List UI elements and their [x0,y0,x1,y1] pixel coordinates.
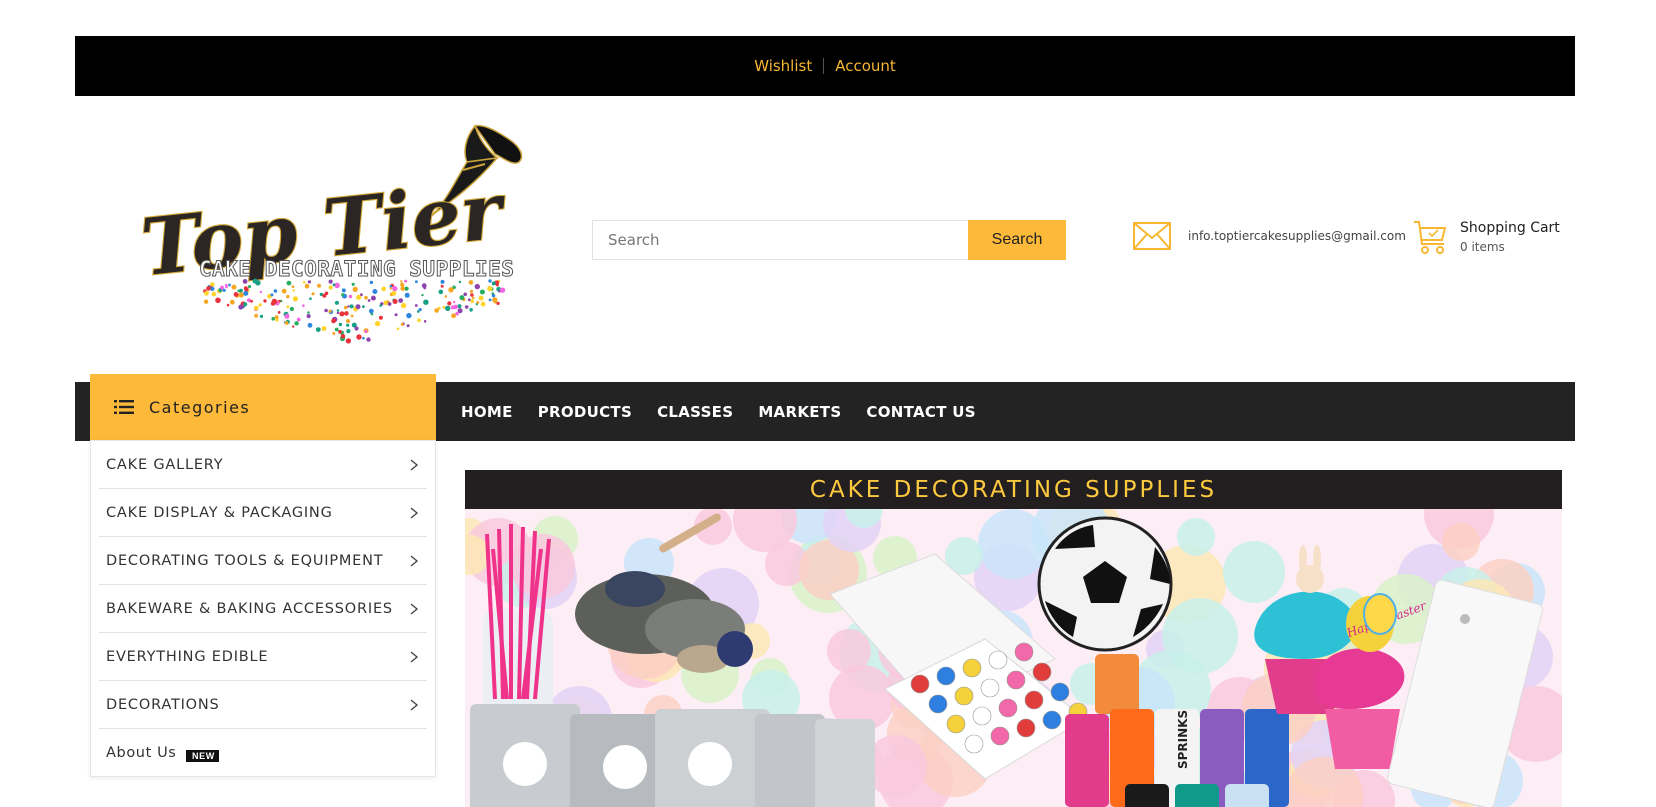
categories-label: Categories [149,397,251,417]
category-item-decorating-tools[interactable]: DECORATING TOOLS & EQUIPMENT [99,537,427,585]
chevron-right-icon [410,458,419,471]
category-list: CAKE GALLERY CAKE DISPLAY & PACKAGING DE… [90,440,436,777]
chevron-right-icon [410,506,419,519]
category-label: DECORATING TOOLS & EQUIPMENT [106,552,384,569]
cart-count: 0 items [1460,240,1505,254]
top-bar-divider [823,58,825,74]
cart-title: Shopping Cart [1460,220,1560,236]
hero-banner[interactable]: CAKE DECORATING SUPPLIES SPRINKS Happy E… [465,470,1562,807]
banner-title-bar: CAKE DECORATING SUPPLIES [465,470,1562,509]
sprinkle-bags [470,704,875,807]
categories-toggle[interactable]: Categories [90,374,436,440]
search-button[interactable]: Search [968,220,1066,260]
main-menu: HOME PRODUCTS CLASSES MARKETS CONTACT US [461,382,1001,441]
page: Wishlist Account Top Tier CAKE DECORATIN… [0,0,1656,807]
jar-label: SPRINKS [1176,710,1190,769]
shopping-cart[interactable]: Shopping Cart 0 items [1412,218,1560,256]
envelope-icon [1133,222,1171,250]
banner-image: SPRINKS Happy Easter [465,509,1562,807]
list-icon [114,400,134,414]
category-label: CAKE GALLERY [106,456,224,473]
nav-products[interactable]: PRODUCTS [538,403,632,421]
category-item-cake-gallery[interactable]: CAKE GALLERY [99,441,427,489]
nav-classes[interactable]: CLASSES [657,403,733,421]
contact-email[interactable]: info.toptiercakesupplies@gmail.com [1133,222,1406,250]
wishlist-link[interactable]: Wishlist [754,57,812,75]
account-link[interactable]: Account [835,57,896,75]
category-item-decorations[interactable]: DECORATIONS [99,681,427,729]
nav-markets[interactable]: MARKETS [758,403,841,421]
category-item-about-us[interactable]: About Us NEW [99,729,427,777]
top-bar: Wishlist Account [75,36,1575,96]
category-label: BAKEWARE & BAKING ACCESSORIES [106,600,393,617]
category-item-everything-edible[interactable]: EVERYTHING EDIBLE [99,633,427,681]
nav-contact-us[interactable]: CONTACT US [866,403,975,421]
cart-icon [1414,221,1447,254]
banner-title: CAKE DECORATING SUPPLIES [809,476,1218,503]
category-item-cake-display[interactable]: CAKE DISPLAY & PACKAGING [99,489,427,537]
email-text: info.toptiercakesupplies@gmail.com [1188,229,1406,243]
category-label: EVERYTHING EDIBLE [106,648,269,665]
category-label: DECORATIONS [106,696,220,713]
chevron-right-icon [410,650,419,663]
logo-tagline: CAKE DECORATING SUPPLIES [199,257,514,281]
about-us-text: About Us [106,745,177,761]
soccer-ball-cookie [1037,516,1173,652]
site-logo[interactable]: Top Tier CAKE DECORATING SUPPLIES [135,118,535,358]
chevron-right-icon [410,698,419,711]
category-label: CAKE DISPLAY & PACKAGING [106,504,333,521]
category-label: About Us NEW [106,745,219,762]
new-badge: NEW [186,750,219,762]
chevron-right-icon [410,554,419,567]
search-bar: Search [592,220,1066,260]
category-item-bakeware[interactable]: BAKEWARE & BAKING ACCESSORIES [99,585,427,633]
search-input[interactable] [592,220,968,260]
chevron-right-icon [410,602,419,615]
product-collage: SPRINKS Happy Easter [465,509,1562,807]
nav-home[interactable]: HOME [461,403,513,421]
